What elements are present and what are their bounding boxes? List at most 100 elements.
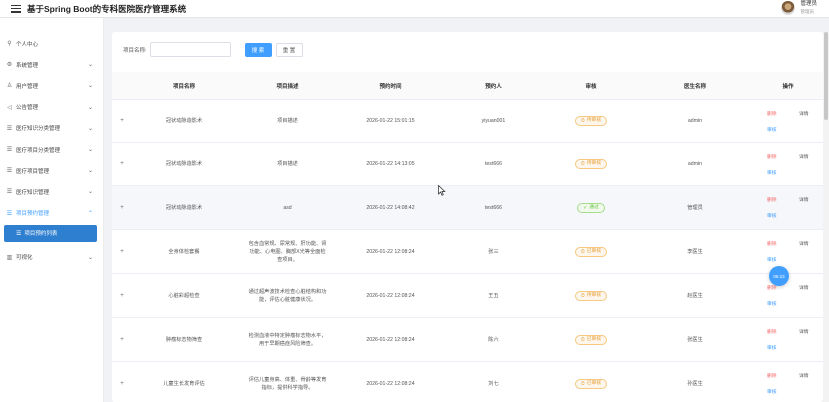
sidebar-item-label: 用户管理 bbox=[16, 83, 39, 90]
audit-button[interactable]: 审核 bbox=[767, 389, 777, 397]
expand-icon[interactable]: + bbox=[112, 204, 132, 212]
chevron-down-icon: ⌄ bbox=[87, 104, 93, 111]
main-panel: 项目名称: 搜 索 重 置 项目名称 项目描述 预约时间 预约人 审核 医生名称… bbox=[112, 32, 823, 402]
sidebar-subitem-label: 项目预约列表 bbox=[24, 231, 58, 238]
mouse-cursor-icon bbox=[438, 185, 446, 196]
sidebar-item-knowledge[interactable]: ☰ 医疗知识管理 ⌄ bbox=[0, 181, 103, 202]
detail-button[interactable]: 详情 bbox=[799, 154, 809, 162]
chevron-down-icon: ⌄ bbox=[87, 254, 93, 261]
column-header: 预约人 bbox=[485, 83, 502, 90]
sidebar-item-personal-center[interactable]: ⚲ 个人中心 bbox=[0, 33, 103, 54]
scrollbar-thumb[interactable] bbox=[824, 32, 828, 120]
appointments-table: 项目名称 项目描述 预约时间 预约人 审核 医生名称 操作 + 冠状动脉造影术 项目… bbox=[112, 72, 823, 402]
person-icon: ⚲ bbox=[7, 41, 12, 48]
expand-icon[interactable]: + bbox=[112, 336, 132, 344]
cell-appointment-time: 2026-01-22 14:13:05 bbox=[366, 161, 415, 167]
delete-button[interactable]: 删除 bbox=[767, 285, 777, 293]
chevron-down-icon: ⌄ bbox=[87, 125, 93, 132]
cell-project-name: 冠状动脉造影术 bbox=[165, 161, 203, 167]
cell-doctor: 孙医生 bbox=[687, 380, 703, 387]
delete-button[interactable]: 删除 bbox=[767, 329, 777, 337]
table-row[interactable]: + 肿瘤标志物筛查 检测血液中特定肿瘤标志物水平，用于早期癌症风险筛查。 2026-0… bbox=[112, 318, 823, 362]
menu-toggle-icon[interactable] bbox=[11, 4, 21, 13]
detail-button[interactable]: 详情 bbox=[799, 241, 809, 249]
project-name-input[interactable] bbox=[149, 42, 231, 57]
expand-icon[interactable]: + bbox=[112, 248, 132, 256]
clock-icon: ⏱ bbox=[580, 380, 585, 387]
sidebar-item-label: 医疗知识管理 bbox=[16, 189, 50, 196]
clock-icon: ⏱ bbox=[580, 248, 585, 255]
audit-button[interactable]: 审核 bbox=[767, 127, 777, 135]
expand-icon[interactable]: + bbox=[112, 160, 132, 168]
column-header: 项目名称 bbox=[172, 83, 195, 90]
detail-button[interactable]: 详情 bbox=[799, 285, 809, 293]
cell-project-name: 全身体检套餐 bbox=[168, 248, 200, 255]
sidebar-item-announcements[interactable]: ◁ 公告管理 ⌄ bbox=[0, 97, 103, 118]
detail-button[interactable]: 详情 bbox=[799, 373, 809, 381]
audit-button[interactable]: 审核 bbox=[767, 170, 777, 178]
cell-actions: 删除 详情审核 bbox=[753, 100, 823, 143]
expand-icon[interactable]: + bbox=[112, 117, 132, 125]
avatar[interactable] bbox=[781, 1, 796, 15]
clock-icon: ⏱ bbox=[580, 292, 585, 299]
audit-button[interactable]: 审核 bbox=[767, 257, 777, 265]
delete-button[interactable]: 删除 bbox=[767, 111, 777, 119]
sidebar-item-label: 项目预约管理 bbox=[16, 211, 50, 218]
sidebar-item-users[interactable]: ♙ 用户管理 ⌄ bbox=[0, 75, 103, 96]
cell-person: 张三 bbox=[488, 248, 499, 255]
cell-project-desc: 项目描述 bbox=[277, 161, 298, 167]
top-bar: 基于Spring Boot的专科医院医疗管理系统 管理员 管理员 bbox=[0, 0, 829, 18]
list-icon: ☰ bbox=[6, 189, 13, 196]
search-label: 项目名称: bbox=[123, 47, 147, 54]
chevron-up-icon: ⌃ bbox=[87, 210, 93, 217]
table-row[interactable]: + 冠状动脉造影术 asd 2026-01-22 14:08:42 test666 ✓ 通过… bbox=[112, 186, 823, 230]
delete-button[interactable]: 删除 bbox=[767, 154, 777, 162]
search-button[interactable]: 搜 索 bbox=[244, 42, 272, 57]
cell-project-name: 儿童生长发育评估 bbox=[163, 380, 205, 387]
cell-project-desc: 评估儿童身高、体重、骨龄等发育指标，提供科学指导。 bbox=[248, 376, 327, 391]
cell-person: 陈六 bbox=[488, 336, 499, 343]
cell-appointment-time: 2026-01-22 12:08:24 bbox=[366, 248, 415, 255]
scrollbar[interactable] bbox=[823, 32, 829, 402]
user-role: 管理员 bbox=[800, 9, 814, 14]
status-badge: ✓ 通过 bbox=[577, 202, 605, 213]
cell-project-desc: 通过超声波技术检查心脏结构和功能，评估心脏健康状况。 bbox=[248, 288, 327, 303]
sidebar-item-visualization[interactable]: ▥ 可视化 ⌄ bbox=[0, 247, 103, 268]
table-row[interactable]: + 冠状动脉造影术 项目描述 2026-01-22 14:13:05 test666 ⏱ 待… bbox=[112, 143, 823, 186]
sidebar-item-knowledge-category[interactable]: ☰ 医疗知识分类管理 ⌄ bbox=[0, 118, 103, 139]
table-row[interactable]: + 儿童生长发育评估 评估儿童身高、体重、骨龄等发育指标，提供科学指导。 2026-0… bbox=[112, 362, 823, 402]
user-menu[interactable]: 管理员 管理员 bbox=[781, 1, 817, 15]
cell-doctor: 李医生 bbox=[687, 248, 703, 255]
detail-button[interactable]: 详情 bbox=[799, 329, 809, 337]
chart-icon: ▥ bbox=[6, 254, 13, 261]
reset-button[interactable]: 重 置 bbox=[275, 42, 303, 57]
sidebar-item-label: 系统管理 bbox=[16, 62, 39, 69]
delete-button[interactable]: 删除 bbox=[767, 373, 777, 381]
sidebar-item-project-category[interactable]: ☰ 医疗项目分类管理 ⌄ bbox=[0, 139, 103, 160]
delete-button[interactable]: 删除 bbox=[767, 197, 777, 205]
table-row[interactable]: + 冠状动脉造影术 项目描述 2026-01-22 15:01:15 yiyuan001… bbox=[112, 100, 823, 143]
status-badge: ⏱ 待审核 bbox=[574, 290, 608, 301]
expand-icon[interactable]: + bbox=[112, 292, 132, 300]
audit-button[interactable]: 审核 bbox=[767, 301, 777, 309]
cell-project-desc: asd bbox=[283, 204, 292, 211]
sidebar-item-projects[interactable]: ☰ 医疗项目管理 ⌄ bbox=[0, 160, 103, 181]
table-row[interactable]: + 心脏彩超检查 通过超声波技术检查心脏结构和功能，评估心脏健康状况。 2026-01… bbox=[112, 274, 823, 318]
detail-button[interactable]: 详情 bbox=[799, 111, 809, 119]
table-row[interactable]: + 全身体检套餐 包含血常规、尿常规、肝功能、肾功能、心电图、胸部X光等全面检查项目… bbox=[112, 230, 823, 274]
detail-button[interactable]: 详情 bbox=[799, 197, 809, 205]
sidebar-item-appointments[interactable]: ☰ 项目预约管理 ⌃ bbox=[0, 203, 103, 224]
expand-icon[interactable]: + bbox=[112, 380, 132, 388]
cell-person: 王五 bbox=[488, 292, 499, 299]
cell-appointment-time: 2026-01-22 12:08:24 bbox=[366, 380, 415, 387]
sidebar-subitem-appointment-list[interactable]: ☰ 项目预约列表 bbox=[4, 224, 97, 242]
delete-button[interactable]: 删除 bbox=[767, 241, 777, 249]
floating-chat-bubble[interactable]: 06:23 bbox=[769, 266, 789, 286]
status-text: 通过 bbox=[589, 204, 599, 210]
audit-button[interactable]: 审核 bbox=[767, 213, 777, 221]
sidebar-item-system[interactable]: ⚙ 系统管理 ⌄ bbox=[0, 54, 103, 75]
audit-button[interactable]: 审核 bbox=[767, 345, 777, 353]
clock-icon: ⏱ bbox=[580, 161, 585, 167]
app-title: 基于Spring Boot的专科医院医疗管理系统 bbox=[27, 3, 187, 14]
status-text: 待审核 bbox=[586, 118, 602, 123]
